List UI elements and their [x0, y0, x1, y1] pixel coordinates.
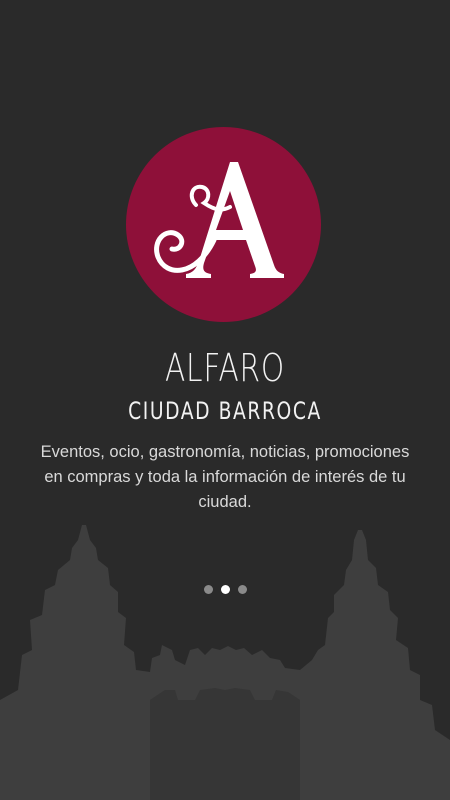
page-dot-1[interactable]	[203, 585, 213, 594]
onboarding-screen[interactable]: ALFARO CIUDAD BARROCA Eventos, ocio, gas…	[0, 0, 450, 800]
logo-letter-a-icon	[154, 162, 284, 278]
app-title: ALFARO	[165, 346, 285, 390]
page-indicator[interactable]	[0, 585, 450, 594]
app-logo	[126, 127, 321, 322]
app-subtitle: CIUDAD BARROCA	[128, 397, 322, 425]
page-dot-2-active[interactable]	[220, 585, 230, 594]
page-dot-3[interactable]	[237, 585, 247, 594]
app-description: Eventos, ocio, gastronomía, noticias, pr…	[40, 443, 410, 511]
